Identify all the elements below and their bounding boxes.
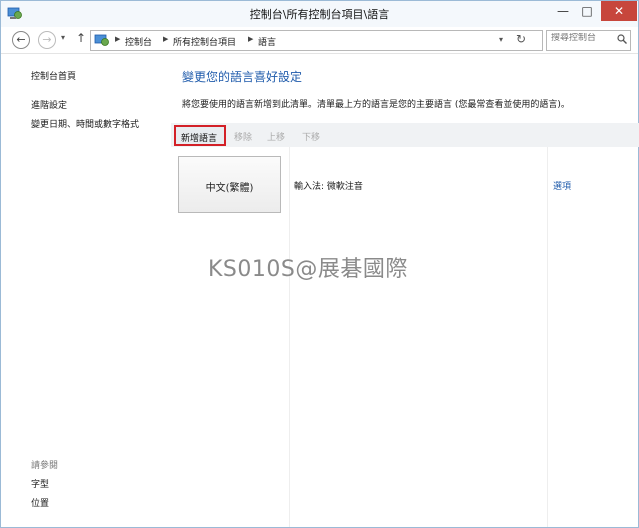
watermark: KS010S@展碁國際 [208,257,408,282]
breadcrumb-language[interactable]: 語言 [258,35,276,48]
maximize-button[interactable]: □ [574,1,600,21]
breadcrumb-separator-icon: ▶ [248,35,254,43]
close-button[interactable]: ✕ [601,1,637,21]
add-language-label: 新增語言 [181,134,218,144]
move-up-button[interactable]: 上移 [267,130,285,143]
page-description: 將您要使用的語言新增到此清單。清單最上方的語言是您的主要語言 (您最常查看並使用… [182,100,570,110]
page-title: 變更您的語言喜好設定 [182,70,303,84]
address-dropdown-icon[interactable]: ▾ [499,35,503,44]
navigation-bar: ← → ▾ ↑ ▶ 控制台 ▶ 所有控制台項目 ▶ 語言 ▾ [1,27,638,54]
breadcrumb-control-panel[interactable]: 控制台 [125,35,152,48]
sidebar-link-fonts[interactable]: 字型 [31,477,49,490]
breadcrumb-all-items[interactable]: 所有控制台項目 [173,35,236,48]
language-input-method: 輸入法: 微軟注音 [294,182,363,192]
language-name: 中文(繁體) [205,183,254,194]
address-bar[interactable]: ▶ 控制台 ▶ 所有控制台項目 ▶ 語言 ▾ [90,30,543,51]
add-language-button[interactable]: 新增語言 [174,125,226,146]
search-box[interactable] [546,30,631,51]
search-input[interactable] [551,33,611,43]
sidebar-link-advanced[interactable]: 進階設定 [31,98,67,111]
breadcrumb-separator-icon: ▶ [163,35,169,43]
breadcrumb-separator-icon: ▶ [115,35,121,43]
forward-button[interactable]: → [38,31,56,49]
sidebar-link-location[interactable]: 位置 [31,496,49,509]
up-button[interactable]: ↑ [76,31,86,45]
remove-button[interactable]: 移除 [234,130,252,143]
column-divider [547,147,548,527]
sidebar-link-date-format[interactable]: 變更日期、時間或數字格式 [31,117,139,130]
minimize-button[interactable]: — [550,1,576,21]
move-down-button[interactable]: 下移 [302,130,320,143]
column-divider [289,147,290,527]
back-button[interactable]: ← [12,31,30,49]
title-bar: 控制台\所有控制台項目\語言 — □ ✕ [1,1,638,27]
language-item[interactable]: 中文(繁體) [178,156,281,213]
sidebar-link-home[interactable]: 控制台首頁 [31,69,76,82]
control-panel-icon [94,34,109,46]
control-panel-window: 控制台\所有控制台項目\語言 — □ ✕ ← → ▾ ↑ ▶ 控制台 ▶ 所有控… [0,0,639,528]
language-options-link[interactable]: 選項 [553,179,571,192]
refresh-button[interactable]: ↻ [516,32,526,46]
language-toolbar: 新增語言 移除 上移 下移 [171,123,639,147]
window-title: 控制台\所有控制台項目\語言 [249,8,390,21]
recent-pages-dropdown-icon[interactable]: ▾ [61,33,65,42]
see-also-heading: 請參閱 [31,461,59,471]
search-icon[interactable] [617,34,627,44]
